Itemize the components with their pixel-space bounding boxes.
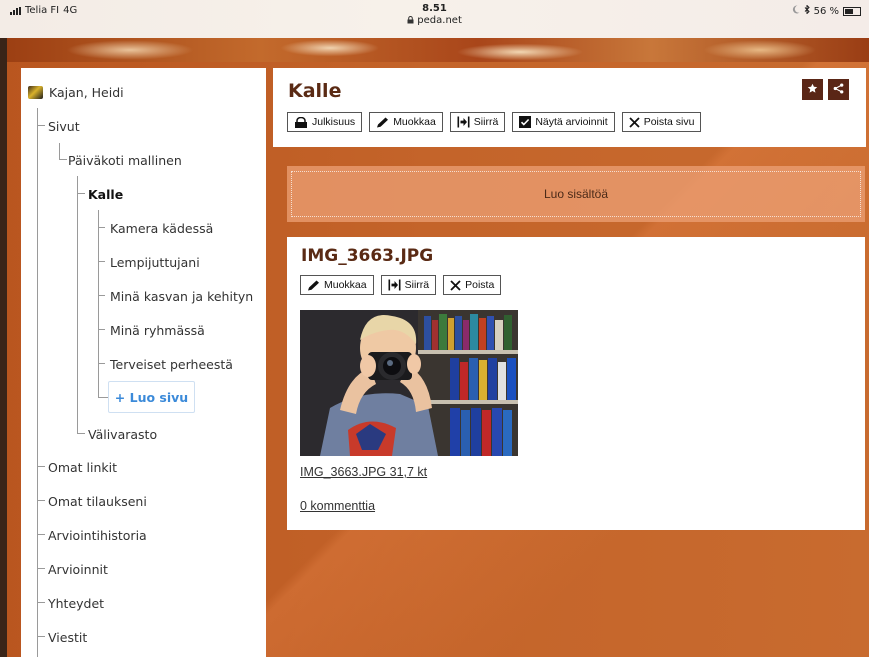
page-toolbar: Julkisuus Muokkaa Siirrä Näytä arvioinni… [287, 112, 702, 132]
pencil-icon [376, 117, 389, 128]
move-image-label: Siirrä [404, 279, 430, 291]
tree-connector [37, 602, 45, 603]
pencil-icon [307, 280, 320, 291]
publicity-label: Julkisuus [312, 116, 356, 128]
sidebar-item-kamera[interactable]: Kamera kädessä [110, 221, 213, 236]
screen-edge [0, 38, 7, 657]
create-content-label: Luo sisältöä [291, 171, 861, 217]
tree-connector [59, 159, 67, 160]
address-bar[interactable]: peda.net [0, 15, 869, 27]
status-bar: Telia FI 4G 8.51 peda.net 56 % [0, 0, 869, 38]
sidebar-item-viestit[interactable]: Viestit [48, 630, 87, 645]
tree-connector [37, 500, 45, 501]
edit-label: Muokkaa [393, 116, 436, 128]
sidebar-item-lempijuttujani[interactable]: Lempijuttujani [110, 255, 200, 270]
image-item-toolbar: Muokkaa Siirrä Poista [300, 275, 502, 295]
tree-connector [77, 176, 78, 434]
url-text: peda.net [417, 15, 462, 26]
tree-connector [77, 193, 85, 194]
move-image-button[interactable]: Siirrä [380, 275, 437, 295]
move-icon [388, 279, 401, 291]
show-ratings-toggle[interactable]: Näytä arvioinnit [512, 112, 615, 132]
page-header: Kalle Julkisuus Muokkaa Siirrä Näytä arv… [273, 68, 866, 147]
child-with-camera-photo [300, 310, 518, 456]
tree-connector [37, 636, 45, 637]
battery-fill [845, 8, 853, 14]
battery-icon [843, 6, 861, 16]
lock-icon [294, 116, 308, 128]
move-icon [457, 116, 470, 128]
status-right: 56 % [792, 4, 861, 17]
sidebar-item-arviointihistoria[interactable]: Arviointihistoria [48, 528, 147, 543]
image-item-title: IMG_3663.JPG [301, 246, 434, 266]
page-title: Kalle [288, 80, 342, 102]
tree-connector [98, 227, 105, 228]
close-icon [629, 116, 640, 128]
image-thumbnail[interactable] [300, 310, 518, 456]
owner-avatar-icon[interactable] [28, 86, 43, 99]
tree-connector [37, 125, 45, 126]
share-icon [833, 82, 844, 97]
tree-connector [98, 397, 108, 398]
delete-page-label: Poista sivu [643, 116, 695, 128]
sidebar-item-valivarasto[interactable]: Välivarasto [88, 427, 157, 442]
bluetooth-icon [804, 4, 810, 17]
delete-image-button[interactable]: Poista [443, 275, 502, 295]
sidebar-item-mina-ryhmassa[interactable]: Minä ryhmässä [110, 323, 205, 338]
tree-connector [37, 568, 45, 569]
edit-image-label: Muokkaa [324, 279, 367, 291]
status-center: 8.51 peda.net [0, 3, 869, 27]
sidebar-item-omat-linkit[interactable]: Omat linkit [48, 460, 117, 475]
tree-connector [98, 329, 105, 330]
show-ratings-label: Näytä arvioinnit [535, 116, 608, 128]
tree-connector [98, 295, 105, 296]
move-label: Siirrä [473, 116, 499, 128]
checkbox-checked-icon [519, 116, 532, 128]
sidebar-owner-name[interactable]: Kajan, Heidi [49, 85, 124, 100]
tree-connector [37, 108, 38, 657]
sidebar-item-terveiset[interactable]: Terveiset perheestä [110, 357, 233, 372]
close-icon [450, 279, 461, 291]
create-content-area[interactable]: Luo sisältöä [287, 166, 865, 222]
tree-connector [98, 363, 105, 364]
sidebar-item-paivakoti[interactable]: Päiväkoti mallinen [68, 153, 182, 168]
tree-connector [98, 210, 99, 398]
sidebar-item-sivut[interactable]: Sivut [48, 119, 80, 134]
battery-percent: 56 % [813, 5, 839, 17]
file-download-link[interactable]: IMG_3663.JPG 31,7 kt [300, 465, 427, 479]
move-page-button[interactable]: Siirrä [449, 112, 506, 132]
delete-page-button[interactable]: Poista sivu [621, 112, 702, 132]
tree-connector [98, 261, 105, 262]
sidebar-item-kalle-current[interactable]: Kalle [88, 187, 123, 202]
moon-icon [792, 5, 800, 17]
star-icon [807, 83, 818, 97]
lock-icon [407, 15, 417, 26]
edit-image-button[interactable]: Muokkaa [300, 275, 374, 295]
tree-connector [37, 466, 45, 467]
delete-image-label: Poista [465, 279, 495, 291]
tree-connector [37, 534, 45, 535]
share-button[interactable] [828, 79, 849, 100]
header-banner [0, 38, 869, 62]
sidebar-item-arvioinnit[interactable]: Arvioinnit [48, 562, 108, 577]
tree-connector [59, 143, 60, 160]
create-page-button[interactable]: + Luo sivu [108, 381, 195, 413]
sidebar-item-yhteydet[interactable]: Yhteydet [48, 596, 104, 611]
image-item-card: IMG_3663.JPG Muokkaa Siirrä Poista IMG_3… [287, 237, 865, 530]
favorite-button[interactable] [802, 79, 823, 100]
tree-connector [77, 433, 85, 434]
publicity-button[interactable]: Julkisuus [287, 112, 363, 132]
edit-page-button[interactable]: Muokkaa [369, 112, 443, 132]
clock: 8.51 [422, 3, 447, 14]
comments-link[interactable]: 0 kommenttia [300, 499, 375, 513]
sidebar-navigation: Kajan, Heidi Sivut Päiväkoti mallinen Ka… [21, 68, 266, 657]
sidebar-item-mina-kasvan[interactable]: Minä kasvan ja kehityn [110, 289, 253, 304]
sidebar-item-omat-tilaukseni[interactable]: Omat tilaukseni [48, 494, 147, 509]
